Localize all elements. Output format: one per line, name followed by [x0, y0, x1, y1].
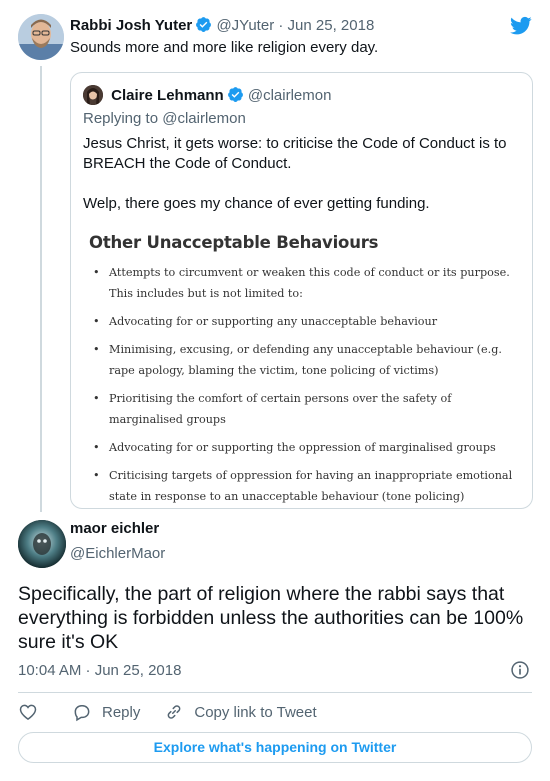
behaviour-list: Attempts to circumvent or weaken this co…: [89, 262, 519, 507]
tweet-actions: Reply Copy link to Tweet: [18, 701, 341, 723]
quoted-avatar: [83, 85, 103, 105]
quoted-author-handle: @clairlemon: [247, 87, 332, 104]
separator: ·: [278, 17, 284, 34]
thread-line: [40, 66, 42, 512]
image-heading: Other Unacceptable Behaviours: [89, 233, 379, 252]
author-handle[interactable]: @JYuter: [216, 17, 274, 34]
replying-to: Replying to @clairlemon: [83, 110, 246, 127]
divider: [18, 692, 532, 693]
tweet-timestamp[interactable]: 10:04 AM · Jun 25, 2018: [18, 662, 181, 679]
code-of-conduct-image: Other Unacceptable Behaviours Attempts t…: [89, 233, 519, 514]
reply-button[interactable]: Reply: [72, 702, 140, 722]
quoted-text: Jesus Christ, it gets worse: to criticis…: [83, 134, 523, 234]
list-item: Advocating for or supporting the oppress…: [89, 437, 519, 458]
explore-button[interactable]: Explore what's happening on Twitter: [18, 732, 532, 763]
tweet-embed-card: Rabbi Josh Yuter @JYuter · Jun 25, 2018 …: [0, 0, 550, 781]
tweet-text: Sounds more and more like religion every…: [70, 39, 379, 56]
like-button[interactable]: [18, 702, 48, 722]
link-icon: [167, 705, 181, 719]
quoted-header: Claire Lehmann @clairlemon: [83, 85, 331, 105]
heart-icon: [19, 704, 37, 720]
avatar[interactable]: [18, 14, 64, 60]
author-handle[interactable]: @EichlerMaor: [70, 545, 165, 562]
list-item: Attempts to circumvent or weaken this co…: [89, 262, 519, 304]
avatar[interactable]: [18, 520, 66, 568]
list-item: Advocating for or supporting any unaccep…: [89, 311, 519, 332]
tweet-date[interactable]: Jun 25, 2018: [288, 17, 375, 34]
verified-badge-icon: [227, 87, 243, 102]
list-item: Minimising, excusing, or defending any u…: [89, 339, 519, 381]
quoted-author-name: Claire Lehmann: [111, 87, 224, 104]
speech-bubble-icon: [74, 705, 90, 722]
list-item: Prioritising the comfort of certain pers…: [89, 388, 519, 430]
quoted-tweet[interactable]: Claire Lehmann @clairlemon Replying to @…: [70, 72, 533, 509]
tweet-text: Specifically, the part of religion where…: [18, 583, 524, 653]
reply-label: Reply: [102, 703, 141, 721]
parent-header: Rabbi Josh Yuter @JYuter · Jun 25, 2018: [70, 16, 374, 34]
verified-badge-icon: [196, 17, 212, 32]
author-name[interactable]: Rabbi Josh Yuter: [70, 17, 192, 34]
list-item: Criticising targets of oppression for ha…: [89, 465, 519, 507]
info-icon[interactable]: [510, 660, 530, 680]
copy-link-button[interactable]: Copy link to Tweet: [164, 702, 317, 722]
author-name[interactable]: maor eichler: [70, 520, 159, 537]
quoted-paragraph: Jesus Christ, it gets worse: to criticis…: [83, 135, 507, 172]
twitter-bird-icon[interactable]: [510, 16, 532, 36]
copy-link-label: Copy link to Tweet: [194, 703, 317, 721]
quoted-paragraph: Welp, there goes my chance of ever getti…: [83, 195, 430, 212]
